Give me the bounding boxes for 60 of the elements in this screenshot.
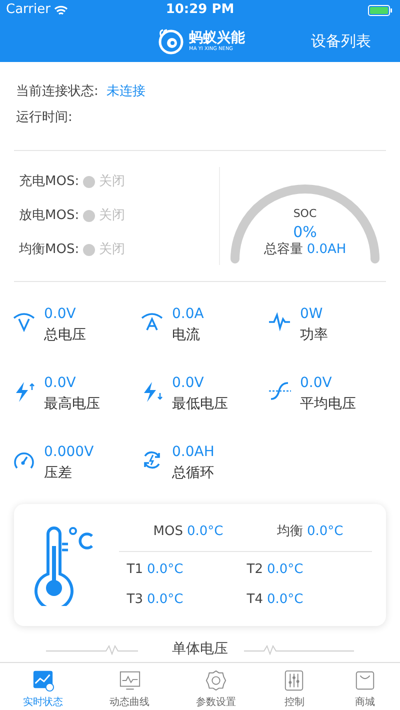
temp-label: 均衡: [277, 522, 303, 541]
tab-item[interactable]: 动态曲线: [86, 663, 173, 710]
runtime-label: 运行时间:: [16, 110, 72, 125]
mos-status: 关闭: [99, 207, 126, 226]
connection-status: 未连接: [106, 82, 146, 101]
metric-value: 0.0V: [44, 305, 77, 324]
temp-label: T2: [246, 561, 263, 580]
metric-value: 0.000V: [44, 443, 94, 462]
chart-clock-icon: [31, 669, 56, 692]
tab-item[interactable]: 商城: [330, 663, 400, 710]
temp-value: 0.0°C: [307, 522, 344, 541]
monitor-wave-icon: [118, 669, 142, 692]
logo-title: 蚂蚁兴能: [189, 30, 245, 46]
temp-value: 0.0°C: [147, 561, 184, 580]
mos-label: 充电MOS:: [19, 173, 80, 192]
metric-label: 总循环: [172, 464, 214, 483]
temp-label: T4: [246, 591, 263, 610]
capacity-value: 0.0AH: [306, 241, 346, 259]
section-title: 单体电压: [172, 640, 228, 658]
mos-status: 关闭: [99, 173, 126, 192]
pulse-line-icon: [244, 643, 354, 655]
metric-label: 最高电压: [44, 395, 100, 414]
mos-status: 关闭: [99, 241, 126, 260]
metric-label: 功率: [300, 326, 328, 345]
voltage-icon: [12, 310, 36, 334]
metric-label: 总电压: [44, 326, 86, 345]
battery-icon: [368, 4, 394, 16]
clock: 10:29 PM: [164, 1, 236, 20]
tab-item[interactable]: 参数设置: [172, 663, 260, 710]
tab-item[interactable]: 实时状态: [0, 663, 86, 710]
connection-label: 当前连接状态:: [16, 82, 98, 101]
metric-value: 0.0A: [172, 305, 204, 324]
metric-value: 0.0V: [44, 374, 77, 393]
temp-value: 0.0°C: [147, 591, 184, 610]
tab-item[interactable]: 控制: [259, 663, 330, 710]
temp-label: T1: [126, 561, 143, 580]
curve-icon: [268, 379, 292, 403]
metric-value: 0.0V: [300, 374, 333, 393]
device-list-button[interactable]: 设备列表: [311, 30, 371, 52]
metric-label: 最低电压: [172, 395, 228, 414]
metric-value: 0.0AH: [172, 443, 214, 462]
temp-value: 0.0°C: [267, 591, 304, 610]
temp-value: 0.0°C: [187, 522, 224, 541]
metric-label: 压差: [44, 464, 73, 483]
metric-value: 0.0V: [172, 374, 205, 393]
mos-label: 均衡MOS:: [19, 241, 80, 260]
temp-value: 0.0°C: [267, 561, 304, 580]
metric-value: 0W: [300, 305, 324, 324]
capacity-label: 总容量: [264, 241, 303, 259]
carrier-label: Carrier: [6, 1, 50, 20]
metric-label: 电流: [172, 326, 201, 345]
settings-icon: [204, 669, 228, 692]
mos-label: 放电MOS:: [19, 207, 80, 226]
wifi-icon: [54, 4, 68, 16]
soc-label: SOC: [293, 206, 317, 222]
temp-label: T3: [126, 591, 143, 610]
metric-label: 平均电压: [300, 395, 356, 414]
pulse-icon: [268, 310, 292, 334]
temp-label: MOS: [153, 522, 183, 541]
soc-value: 0%: [293, 223, 317, 241]
